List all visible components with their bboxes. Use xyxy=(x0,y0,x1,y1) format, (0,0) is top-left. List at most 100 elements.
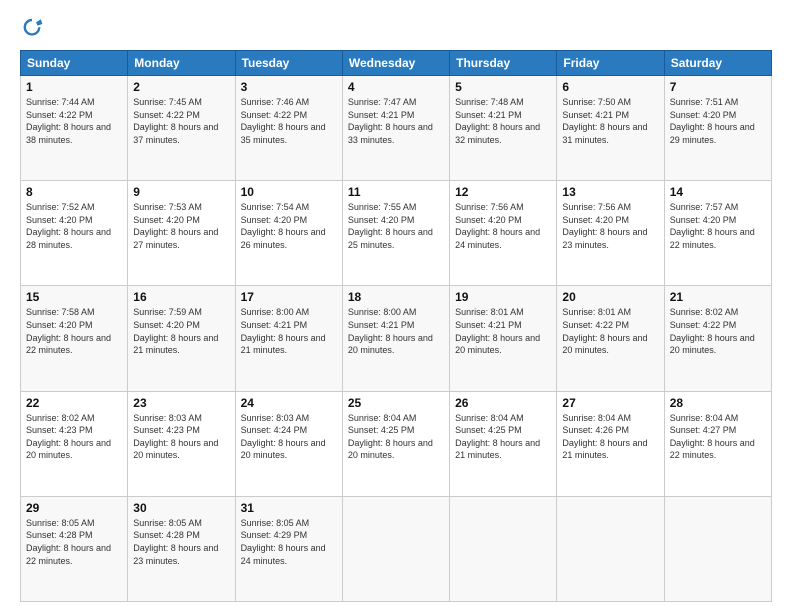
day-number: 13 xyxy=(562,185,658,199)
day-info: Sunrise: 7:45 AMSunset: 4:22 PMDaylight:… xyxy=(133,96,229,146)
calendar-day-cell xyxy=(342,496,449,601)
calendar-week-row: 22 Sunrise: 8:02 AMSunset: 4:23 PMDayligh… xyxy=(21,391,772,496)
weekday-header-cell: Friday xyxy=(557,51,664,76)
calendar-day-cell: 18 Sunrise: 8:00 AMSunset: 4:21 PMDayligh… xyxy=(342,286,449,391)
calendar-day-cell xyxy=(450,496,557,601)
day-number: 8 xyxy=(26,185,122,199)
day-number: 29 xyxy=(26,501,122,515)
calendar-day-cell: 3 Sunrise: 7:46 AMSunset: 4:22 PMDaylight… xyxy=(235,76,342,181)
day-info: Sunrise: 7:57 AMSunset: 4:20 PMDaylight:… xyxy=(670,201,766,251)
weekday-header-cell: Wednesday xyxy=(342,51,449,76)
day-info: Sunrise: 8:02 AMSunset: 4:22 PMDaylight:… xyxy=(670,306,766,356)
calendar-day-cell: 9 Sunrise: 7:53 AMSunset: 4:20 PMDaylight… xyxy=(128,181,235,286)
calendar-day-cell: 11 Sunrise: 7:55 AMSunset: 4:20 PMDayligh… xyxy=(342,181,449,286)
calendar-day-cell: 20Sunrise: 8:01 AMSunset: 4:22 PMDayligh… xyxy=(557,286,664,391)
day-number: 16 xyxy=(133,290,229,304)
day-number: 24 xyxy=(241,396,337,410)
calendar-day-cell: 16 Sunrise: 7:59 AMSunset: 4:20 PMDayligh… xyxy=(128,286,235,391)
calendar-day-cell: 1Sunrise: 7:44 AMSunset: 4:22 PMDaylight… xyxy=(21,76,128,181)
day-number: 11 xyxy=(348,185,444,199)
calendar-table: SundayMondayTuesdayWednesdayThursdayFrid… xyxy=(20,50,772,602)
day-info: Sunrise: 7:56 AMSunset: 4:20 PMDaylight:… xyxy=(562,201,658,251)
calendar-day-cell: 17 Sunrise: 8:00 AMSunset: 4:21 PMDayligh… xyxy=(235,286,342,391)
calendar-day-cell: 25 Sunrise: 8:04 AMSunset: 4:25 PMDayligh… xyxy=(342,391,449,496)
day-number: 19 xyxy=(455,290,551,304)
day-info: Sunrise: 7:50 AMSunset: 4:21 PMDaylight:… xyxy=(562,96,658,146)
calendar-week-row: 1Sunrise: 7:44 AMSunset: 4:22 PMDaylight… xyxy=(21,76,772,181)
calendar-day-cell: 5Sunrise: 7:48 AMSunset: 4:21 PMDaylight… xyxy=(450,76,557,181)
day-number: 9 xyxy=(133,185,229,199)
calendar-day-cell: 6 Sunrise: 7:50 AMSunset: 4:21 PMDaylight… xyxy=(557,76,664,181)
calendar-day-cell: 15Sunrise: 7:58 AMSunset: 4:20 PMDayligh… xyxy=(21,286,128,391)
calendar-day-cell: 4Sunrise: 7:47 AMSunset: 4:21 PMDaylight… xyxy=(342,76,449,181)
day-number: 22 xyxy=(26,396,122,410)
calendar-day-cell: 28 Sunrise: 8:04 AMSunset: 4:27 PMDayligh… xyxy=(664,391,771,496)
calendar-day-cell: 24 Sunrise: 8:03 AMSunset: 4:24 PMDayligh… xyxy=(235,391,342,496)
day-number: 21 xyxy=(670,290,766,304)
day-info: Sunrise: 8:01 AMSunset: 4:21 PMDaylight:… xyxy=(455,306,551,356)
day-info: Sunrise: 8:00 AMSunset: 4:21 PMDaylight:… xyxy=(348,306,444,356)
day-number: 6 xyxy=(562,80,658,94)
day-number: 17 xyxy=(241,290,337,304)
calendar-day-cell: 13 Sunrise: 7:56 AMSunset: 4:20 PMDayligh… xyxy=(557,181,664,286)
weekday-header-cell: Monday xyxy=(128,51,235,76)
calendar-body: 1Sunrise: 7:44 AMSunset: 4:22 PMDaylight… xyxy=(21,76,772,602)
day-info: Sunrise: 7:54 AMSunset: 4:20 PMDaylight:… xyxy=(241,201,337,251)
day-number: 2 xyxy=(133,80,229,94)
day-number: 27 xyxy=(562,396,658,410)
day-number: 30 xyxy=(133,501,229,515)
day-info: Sunrise: 7:44 AMSunset: 4:22 PMDaylight:… xyxy=(26,96,122,146)
calendar-day-cell: 30 Sunrise: 8:05 AMSunset: 4:28 PMDayligh… xyxy=(128,496,235,601)
day-number: 3 xyxy=(241,80,337,94)
day-info: Sunrise: 8:05 AMSunset: 4:28 PMDaylight:… xyxy=(26,517,122,567)
calendar-day-cell: 29 Sunrise: 8:05 AMSunset: 4:28 PMDayligh… xyxy=(21,496,128,601)
calendar-day-cell xyxy=(557,496,664,601)
day-info: Sunrise: 8:03 AMSunset: 4:23 PMDaylight:… xyxy=(133,412,229,462)
day-info: Sunrise: 8:01 AMSunset: 4:22 PMDaylight:… xyxy=(562,306,658,356)
day-info: Sunrise: 8:02 AMSunset: 4:23 PMDaylight:… xyxy=(26,412,122,462)
day-info: Sunrise: 7:56 AMSunset: 4:20 PMDaylight:… xyxy=(455,201,551,251)
day-info: Sunrise: 7:53 AMSunset: 4:20 PMDaylight:… xyxy=(133,201,229,251)
logo xyxy=(20,16,48,40)
calendar-day-cell: 7Sunrise: 7:51 AMSunset: 4:20 PMDaylight… xyxy=(664,76,771,181)
calendar-day-cell: 23 Sunrise: 8:03 AMSunset: 4:23 PMDayligh… xyxy=(128,391,235,496)
weekday-header-row: SundayMondayTuesdayWednesdayThursdayFrid… xyxy=(21,51,772,76)
calendar-week-row: 8 Sunrise: 7:52 AMSunset: 4:20 PMDaylight… xyxy=(21,181,772,286)
day-info: Sunrise: 8:04 AMSunset: 4:26 PMDaylight:… xyxy=(562,412,658,462)
header xyxy=(20,16,772,40)
day-number: 25 xyxy=(348,396,444,410)
day-number: 18 xyxy=(348,290,444,304)
day-info: Sunrise: 7:59 AMSunset: 4:20 PMDaylight:… xyxy=(133,306,229,356)
day-info: Sunrise: 8:04 AMSunset: 4:25 PMDaylight:… xyxy=(455,412,551,462)
day-info: Sunrise: 8:05 AMSunset: 4:28 PMDaylight:… xyxy=(133,517,229,567)
day-info: Sunrise: 7:48 AMSunset: 4:21 PMDaylight:… xyxy=(455,96,551,146)
day-info: Sunrise: 8:03 AMSunset: 4:24 PMDaylight:… xyxy=(241,412,337,462)
day-info: Sunrise: 7:55 AMSunset: 4:20 PMDaylight:… xyxy=(348,201,444,251)
day-number: 28 xyxy=(670,396,766,410)
calendar-day-cell: 2 Sunrise: 7:45 AMSunset: 4:22 PMDaylight… xyxy=(128,76,235,181)
day-info: Sunrise: 8:05 AMSunset: 4:29 PMDaylight:… xyxy=(241,517,337,567)
weekday-header-cell: Saturday xyxy=(664,51,771,76)
calendar-day-cell: 19 Sunrise: 8:01 AMSunset: 4:21 PMDayligh… xyxy=(450,286,557,391)
calendar-day-cell: 14 Sunrise: 7:57 AMSunset: 4:20 PMDayligh… xyxy=(664,181,771,286)
day-number: 31 xyxy=(241,501,337,515)
day-info: Sunrise: 7:52 AMSunset: 4:20 PMDaylight:… xyxy=(26,201,122,251)
day-number: 4 xyxy=(348,80,444,94)
calendar-day-cell xyxy=(664,496,771,601)
calendar-day-cell: 21 Sunrise: 8:02 AMSunset: 4:22 PMDayligh… xyxy=(664,286,771,391)
calendar-day-cell: 22 Sunrise: 8:02 AMSunset: 4:23 PMDayligh… xyxy=(21,391,128,496)
day-info: Sunrise: 8:04 AMSunset: 4:25 PMDaylight:… xyxy=(348,412,444,462)
day-info: Sunrise: 8:04 AMSunset: 4:27 PMDaylight:… xyxy=(670,412,766,462)
weekday-header-cell: Sunday xyxy=(21,51,128,76)
calendar-day-cell: 8 Sunrise: 7:52 AMSunset: 4:20 PMDaylight… xyxy=(21,181,128,286)
weekday-header-cell: Thursday xyxy=(450,51,557,76)
day-number: 26 xyxy=(455,396,551,410)
calendar-week-row: 15Sunrise: 7:58 AMSunset: 4:20 PMDayligh… xyxy=(21,286,772,391)
day-number: 23 xyxy=(133,396,229,410)
calendar-day-cell: 31 Sunrise: 8:05 AMSunset: 4:29 PMDayligh… xyxy=(235,496,342,601)
calendar-day-cell: 26 Sunrise: 8:04 AMSunset: 4:25 PMDayligh… xyxy=(450,391,557,496)
day-number: 14 xyxy=(670,185,766,199)
day-info: Sunrise: 7:46 AMSunset: 4:22 PMDaylight:… xyxy=(241,96,337,146)
calendar-day-cell: 27 Sunrise: 8:04 AMSunset: 4:26 PMDayligh… xyxy=(557,391,664,496)
day-info: Sunrise: 8:00 AMSunset: 4:21 PMDaylight:… xyxy=(241,306,337,356)
